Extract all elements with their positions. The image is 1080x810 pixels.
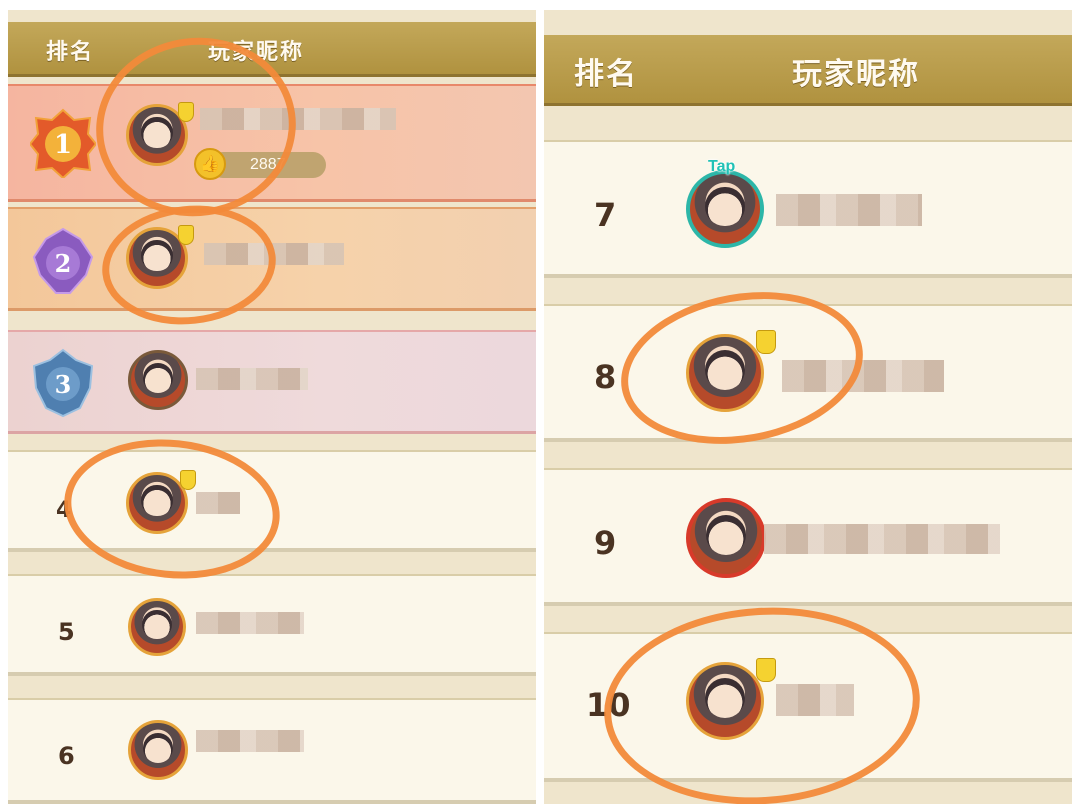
nickname-blurred: [204, 243, 344, 265]
rank-3-number: 3: [55, 370, 72, 399]
player-avatar[interactable]: [128, 350, 188, 410]
rank-number: 4: [56, 498, 72, 523]
nickname-column-header: 玩家昵称: [792, 57, 920, 92]
leaderboard-row-7[interactable]: 7 Tap: [544, 140, 1072, 278]
rank-2-badge: 2: [32, 227, 94, 294]
vip-badge-icon: [756, 658, 776, 682]
leaderboard-panel-left: 排名 玩家昵称 1 2887 👍 2 3 4 5 6: [8, 10, 536, 804]
player-avatar[interactable]: [128, 598, 186, 656]
rank-1-badge: 1: [30, 108, 96, 178]
player-avatar[interactable]: [686, 170, 764, 248]
rank-number: 8: [594, 358, 617, 396]
leaderboard-row-5[interactable]: 5: [8, 574, 536, 676]
rank-1-number: 1: [54, 130, 72, 160]
vip-badge-icon: [180, 470, 196, 490]
vip-badge-icon: [178, 225, 194, 245]
nickname-blurred: [196, 368, 308, 390]
player-avatar[interactable]: [686, 498, 766, 578]
vip-badge-icon: [756, 330, 776, 354]
nickname-blurred: [782, 360, 944, 392]
leaderboard-row-1[interactable]: 1 2887 👍: [8, 84, 536, 202]
leaderboard-row-8[interactable]: 8: [544, 304, 1072, 442]
leaderboard-row-6[interactable]: 6: [8, 698, 536, 804]
nickname-blurred: [776, 194, 922, 226]
leaderboard-row-9[interactable]: 9: [544, 468, 1072, 606]
rank-column-header: 排名: [46, 39, 95, 65]
nickname-blurred: [776, 684, 854, 716]
nickname-blurred: [196, 492, 240, 514]
vip-badge-icon: [178, 102, 194, 122]
leaderboard-row-10[interactable]: 10: [544, 632, 1072, 782]
player-avatar[interactable]: [686, 334, 764, 412]
player-avatar[interactable]: [126, 472, 188, 534]
thumbs-up-icon[interactable]: 👍: [194, 148, 226, 180]
rank-number: 7: [594, 196, 617, 234]
rank-number: 10: [586, 686, 631, 724]
player-avatar[interactable]: [128, 720, 188, 780]
leaderboard-row-3[interactable]: 3: [8, 330, 536, 434]
nickname-blurred: [196, 612, 304, 634]
leaderboard-header: 排名 玩家昵称: [544, 35, 1072, 106]
rank-2-number: 2: [55, 249, 72, 278]
nickname-blurred: [200, 108, 396, 130]
rank-3-badge: 3: [32, 348, 94, 418]
rank-number: 9: [594, 524, 617, 562]
nickname-blurred: [764, 524, 1000, 554]
nickname-column-header: 玩家昵称: [208, 39, 305, 65]
like-count: 2887: [250, 156, 286, 173]
rank-number: 5: [58, 618, 75, 646]
player-avatar[interactable]: [686, 662, 764, 740]
nickname-blurred: [196, 730, 304, 752]
like-count-pill: 2887: [210, 152, 326, 178]
leaderboard-row-2[interactable]: 2: [8, 207, 536, 311]
rank-number: 6: [58, 742, 75, 770]
leaderboard-header: 排名 玩家昵称: [8, 22, 536, 77]
leaderboard-panel-right: 排名 玩家昵称 7 Tap 8 9 10: [544, 10, 1072, 804]
rank-column-header: 排名: [574, 57, 638, 92]
leaderboard-row-4[interactable]: 4: [8, 450, 536, 552]
tap-tag: Tap: [708, 158, 736, 175]
